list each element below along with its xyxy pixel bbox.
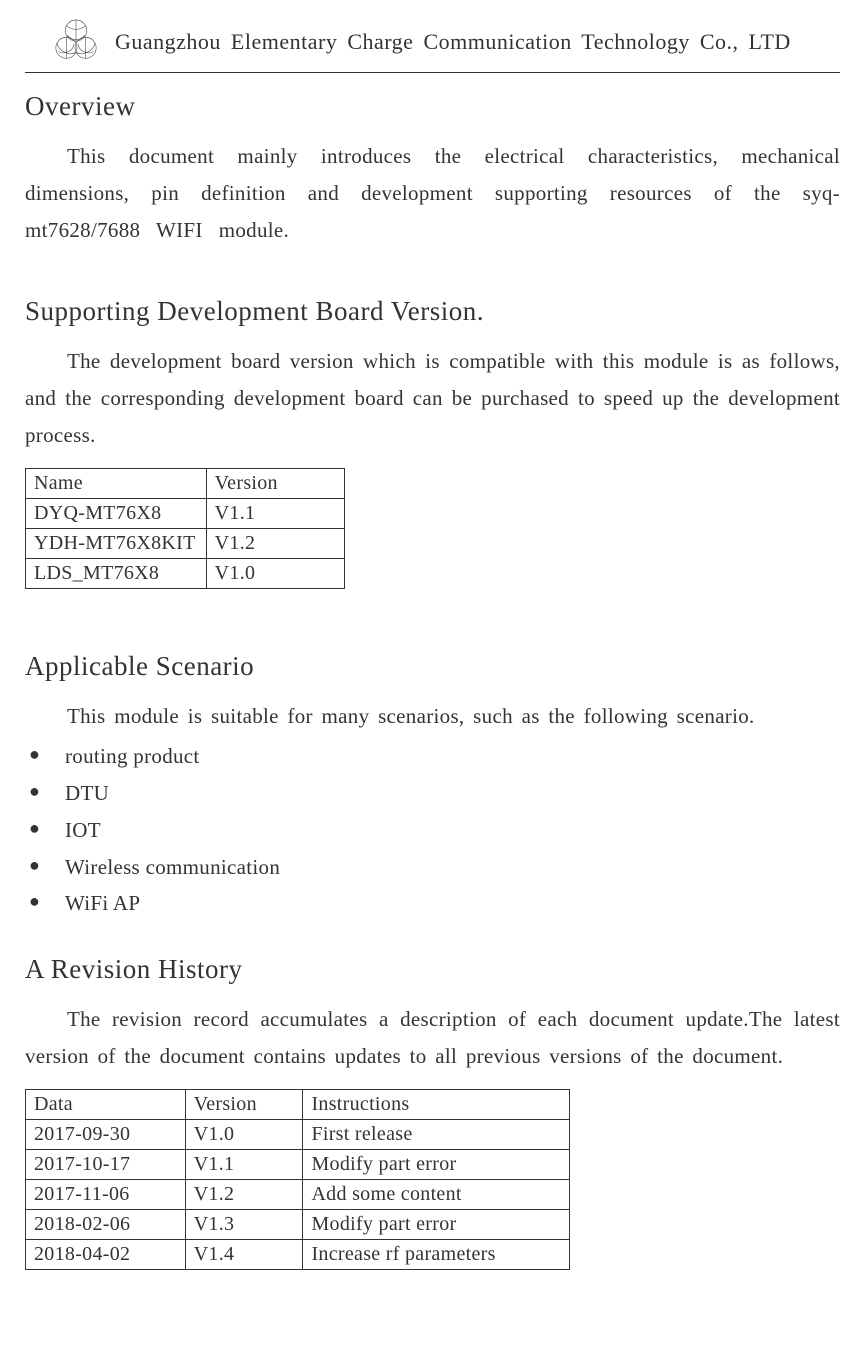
devboard-text: The development board version which is c… <box>25 343 840 453</box>
list-item: IOT <box>25 812 840 849</box>
list-item: WiFi AP <box>25 885 840 922</box>
overview-heading: Overview <box>25 91 840 122</box>
scenario-heading: Applicable Scenario <box>25 651 840 682</box>
col-instructions: Instructions <box>303 1089 570 1119</box>
company-name: Guangzhou Elementary Charge Communicatio… <box>115 29 791 55</box>
table-row: DYQ-MT76X8 V1.1 <box>26 498 345 528</box>
table-header-row: Data Version Instructions <box>26 1089 570 1119</box>
cell-instructions: First release <box>303 1119 570 1149</box>
cell-name: LDS_MT76X8 <box>26 558 207 588</box>
cell-version: V1.2 <box>206 528 344 558</box>
cell-instructions: Increase rf parameters <box>303 1239 570 1269</box>
cell-name: DYQ-MT76X8 <box>26 498 207 528</box>
overview-text: This document mainly introduces the elec… <box>25 138 840 248</box>
cell-instructions: Add some content <box>303 1179 570 1209</box>
col-name: Name <box>26 468 207 498</box>
revision-heading: A Revision History <box>25 954 840 985</box>
company-logo-icon <box>47 18 105 66</box>
cell-version: V1.2 <box>185 1179 303 1209</box>
table-row: 2017-10-17 V1.1 Modify part error <box>26 1149 570 1179</box>
devboard-heading: Supporting Development Board Version. <box>25 296 840 327</box>
revision-text: The revision record accumulates a descri… <box>25 1001 840 1075</box>
scenario-text: This module is suitable for many scenari… <box>25 698 840 735</box>
cell-date: 2017-11-06 <box>26 1179 186 1209</box>
table-row: 2018-04-02 V1.4 Increase rf parameters <box>26 1239 570 1269</box>
cell-date: 2018-04-02 <box>26 1239 186 1269</box>
cell-instructions: Modify part error <box>303 1209 570 1239</box>
col-version: Version <box>185 1089 303 1119</box>
table-header-row: Name Version <box>26 468 345 498</box>
list-item: Wireless communication <box>25 849 840 886</box>
page-content: Overview This document mainly introduces… <box>0 91 865 1270</box>
table-row: 2018-02-06 V1.3 Modify part error <box>26 1209 570 1239</box>
cell-version: V1.0 <box>185 1119 303 1149</box>
page-header: Guangzhou Elementary Charge Communicatio… <box>25 18 840 73</box>
cell-name: YDH-MT76X8KIT <box>26 528 207 558</box>
cell-instructions: Modify part error <box>303 1149 570 1179</box>
cell-version: V1.4 <box>185 1239 303 1269</box>
cell-date: 2018-02-06 <box>26 1209 186 1239</box>
cell-version: V1.1 <box>185 1149 303 1179</box>
cell-version: V1.3 <box>185 1209 303 1239</box>
revision-table: Data Version Instructions 2017-09-30 V1.… <box>25 1089 570 1270</box>
list-item: DTU <box>25 775 840 812</box>
cell-date: 2017-09-30 <box>26 1119 186 1149</box>
table-row: YDH-MT76X8KIT V1.2 <box>26 528 345 558</box>
table-row: 2017-09-30 V1.0 First release <box>26 1119 570 1149</box>
table-row: 2017-11-06 V1.2 Add some content <box>26 1179 570 1209</box>
devboard-table: Name Version DYQ-MT76X8 V1.1 YDH-MT76X8K… <box>25 468 345 589</box>
cell-date: 2017-10-17 <box>26 1149 186 1179</box>
table-row: LDS_MT76X8 V1.0 <box>26 558 345 588</box>
cell-version: V1.1 <box>206 498 344 528</box>
col-date: Data <box>26 1089 186 1119</box>
col-version: Version <box>206 468 344 498</box>
scenario-list: routing product DTU IOT Wireless communi… <box>25 738 840 922</box>
list-item: routing product <box>25 738 840 775</box>
cell-version: V1.0 <box>206 558 344 588</box>
